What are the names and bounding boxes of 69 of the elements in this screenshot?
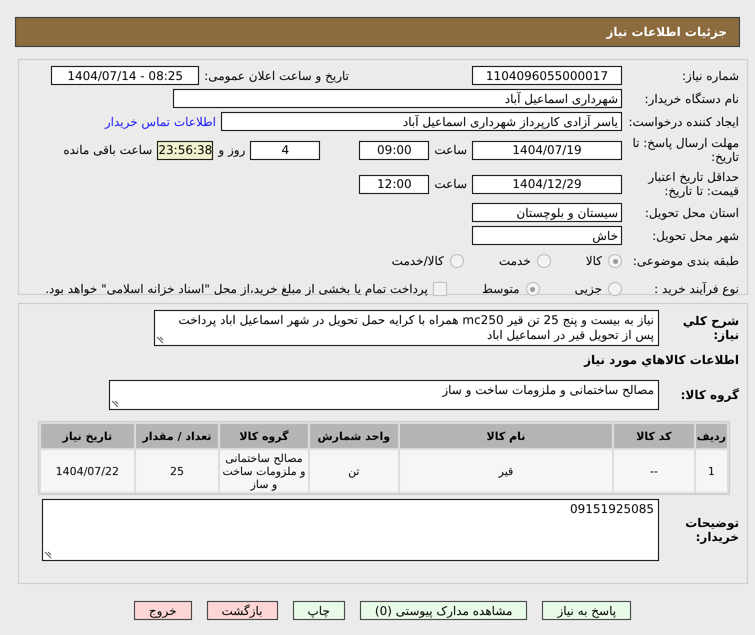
field-label: نام دستگاه خریدار:: [644, 92, 739, 106]
action-button[interactable]: مشاهده مدارک پیوستی (0): [360, 601, 528, 620]
column-header: نام کالا: [400, 424, 612, 448]
field-label: توضیحات خریدار:: [684, 516, 739, 544]
radio-label: کالا: [586, 254, 602, 268]
need-number-field: 1104096055000017: [472, 66, 622, 85]
resize-grip-icon[interactable]: [111, 400, 119, 408]
days-field: 4: [250, 140, 320, 160]
buyer-org-field: شهرداری اسماعیل آباد: [173, 89, 622, 108]
field-label: روز و: [218, 143, 246, 157]
field-label: استان محل تحویل:: [644, 206, 739, 220]
field-label: شرح کلي نياز:: [682, 314, 739, 342]
resize-grip-icon[interactable]: [44, 551, 52, 559]
description-field: نیاز به بیست و پنج 25 تن قیر mc250 همراه با کرایه حمل تحویل در شهر اسماعیل اباد پرداخت پس از تحویل قیر در اسماعیل اباد: [154, 310, 659, 346]
action-button[interactable]: چاپ: [292, 601, 345, 620]
field-label: ساعت باقی مانده: [63, 143, 152, 157]
city-field: خاش: [472, 226, 622, 245]
table-cell: 1: [696, 450, 727, 492]
remaining-time-field: 23:56:38: [157, 140, 214, 160]
radio-button[interactable]: [450, 254, 464, 268]
validity-date-field: 1404/12/29: [472, 174, 622, 194]
buyer-contact-link[interactable]: اطلاعات تماس خریدار: [104, 114, 216, 128]
radio-label: خدمت: [498, 254, 531, 268]
column-header: تاریخ نیاز: [41, 424, 134, 448]
radio-label: جزیی: [574, 282, 602, 296]
field-label: ساعت: [434, 143, 467, 157]
radio-label: کالا/خدمت: [392, 254, 444, 268]
column-header: تعداد / مقدار: [136, 424, 218, 448]
requester-field: یاسر آزادی کارپرداز شهرداری اسماعیل آباد: [221, 112, 622, 131]
resize-grip-icon[interactable]: [156, 336, 164, 344]
field-label: گروه کالا:: [680, 388, 739, 402]
announce-date-field: 1404/07/14 - 08:25: [51, 66, 200, 85]
validity-time-field: 12:00: [359, 174, 430, 194]
exit-button[interactable]: خروج: [134, 601, 192, 620]
table-cell: 25: [136, 450, 218, 492]
table-cell: 1404/07/22: [41, 450, 134, 492]
page-title: جزئیات اطلاعات نیاز: [606, 25, 727, 39]
column-header: گروه کالا: [220, 424, 308, 448]
table-cell: قیر: [400, 450, 612, 492]
action-button[interactable]: پاسخ به نیاز: [542, 601, 632, 620]
goods-group-field: مصالح ساختمانی و ملزومات ساخت و ساز: [109, 380, 659, 410]
field-label: مهلت ارسال پاسخ: تا تاریخ:: [631, 136, 739, 164]
field-label: شهر محل تحویل:: [651, 228, 739, 242]
radio-button[interactable]: [536, 254, 551, 268]
field-label: حداقل تاریخ اعتبار قیمت: تا تاریخ:: [646, 170, 739, 198]
column-header: ردیف: [696, 424, 727, 448]
field-label: شماره نیاز:: [681, 68, 739, 82]
radio-button[interactable]: [608, 254, 622, 268]
table-cell: مصالح ساختمانی و ملزومات ساخت و ساز: [220, 450, 308, 492]
payment-note: پرداخت تمام یا بخشی از مبلغ خرید،از محل "اسناد خزانه اسلامی" خواهد بود.: [45, 282, 428, 296]
radio-button[interactable]: [608, 282, 622, 296]
column-header: واحد شمارش: [310, 424, 398, 448]
buyer-notes-field: 09151925085: [42, 499, 659, 561]
table-cell: تن: [310, 450, 398, 492]
exit-button[interactable]: بازگشت: [206, 601, 278, 620]
province-field: سیستان و بلوچستان: [472, 203, 622, 222]
radio-label: متوسط: [482, 282, 520, 296]
field-label: طبقه بندی موضوعی:: [632, 254, 739, 268]
field-label: ایجاد کننده درخواست:: [627, 114, 739, 128]
checkbox[interactable]: [432, 282, 447, 296]
deadline-time-field: 09:00: [359, 140, 430, 160]
section-title: اطلاعات کالاهاي مورد نياز: [584, 352, 739, 366]
field-label: ساعت: [434, 177, 467, 191]
deadline-date-field: 1404/07/19: [472, 140, 622, 160]
radio-button[interactable]: [526, 282, 540, 296]
field-label: تاریخ و ساعت اعلان عمومی:: [204, 68, 349, 82]
table-cell: --: [614, 450, 694, 492]
field-label: نوع فرآیند خرید :: [653, 282, 739, 296]
column-header: کد کالا: [614, 424, 694, 448]
